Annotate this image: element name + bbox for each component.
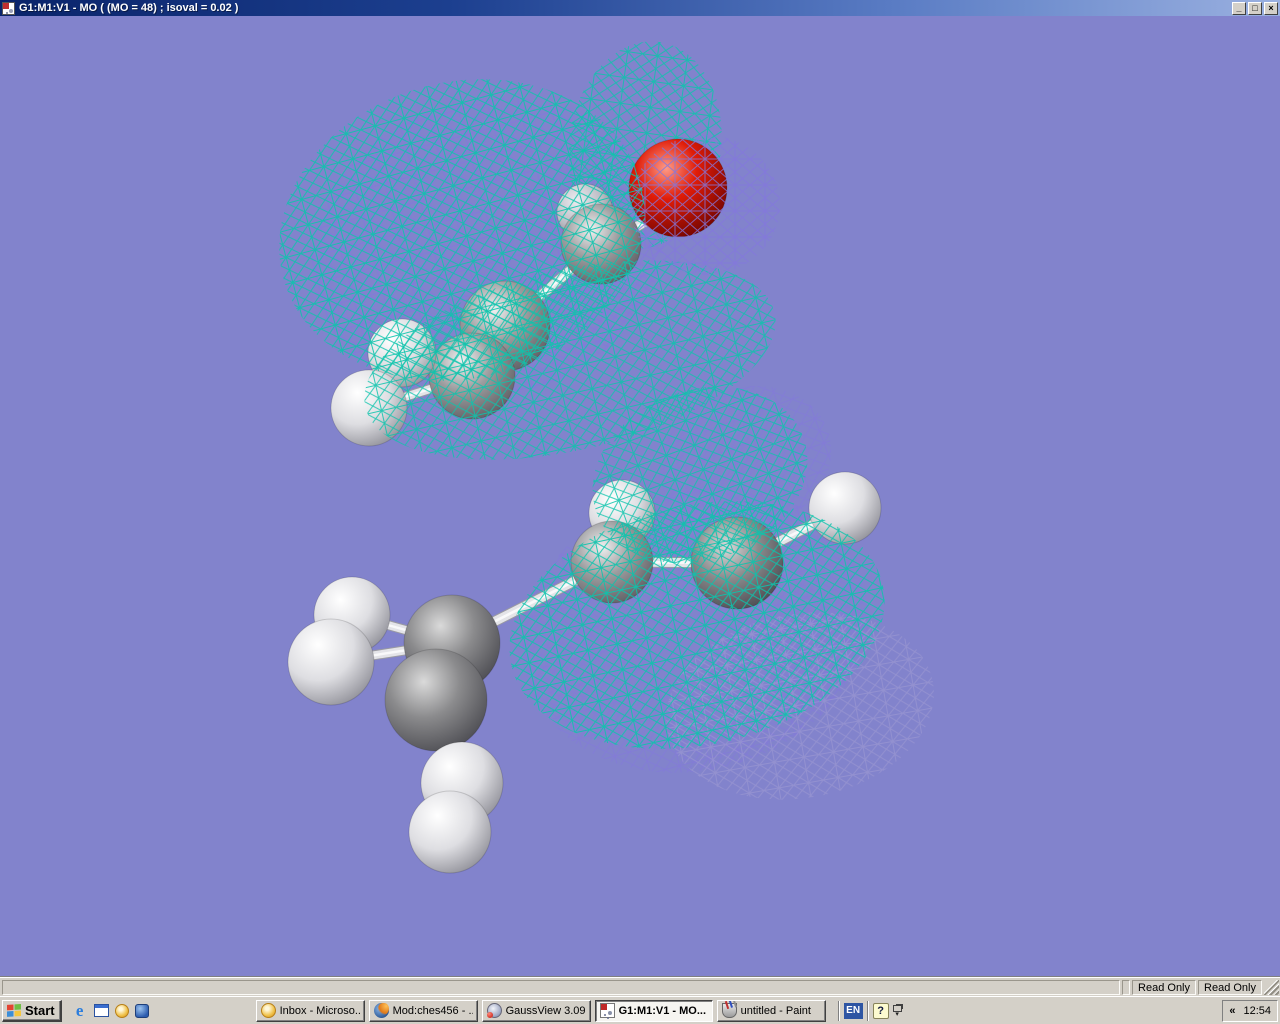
status-panel-divider [1122,979,1131,995]
firefox-icon [373,1003,389,1018]
taskbar-button[interactable]: Inbox - Microso... [255,999,365,1022]
gaussview-icon [486,1003,502,1018]
language-bar: EN ? ▾ [837,1000,902,1022]
status-panel-main [2,979,1121,995]
close-button[interactable]: × [1264,1,1278,15]
chevron-down-icon: ▾ [895,1011,899,1018]
maximize-button[interactable]: □ [1248,1,1262,15]
divider [866,1000,869,1021]
status-bar: Read Only Read Only [0,976,1280,996]
show-desktop-icon[interactable] [93,1004,109,1017]
language-options-icon[interactable]: ▾ [892,1000,902,1022]
taskbar-button[interactable]: untitled - Paint [716,999,826,1022]
resize-grip[interactable] [1264,979,1279,995]
window-controls: _ □ × [1232,1,1278,15]
internet-explorer-icon[interactable]: e [72,1001,88,1020]
start-button[interactable]: Start [2,1000,62,1022]
outlook-icon [260,1003,276,1018]
windows-logo-icon [7,1003,21,1017]
gaussview-doc-icon [599,1003,615,1018]
orbital-lobe-negative [630,135,780,275]
gaussview-doc-icon [2,1,15,15]
taskbar-button[interactable]: GaussView 3.09 [481,999,591,1022]
status-read-only-2: Read Only [1198,979,1262,995]
desktop-screen: G1:M1:V1 - MO ( (MO = 48) ; isoval = 0.0… [0,0,1280,1024]
window-titlebar: G1:M1:V1 - MO ( (MO = 48) ; isoval = 0.0… [0,0,1280,16]
start-label: Start [25,1003,55,1018]
help-icon[interactable]: ? [872,1002,889,1019]
taskbar-button[interactable]: G1:M1:V1 - MO... [594,999,713,1022]
media-player-icon[interactable] [134,1003,149,1018]
clock: 12:54 [1243,1005,1271,1017]
mail-icon[interactable] [114,1003,129,1018]
atom-H [408,790,492,874]
task-buttons: Inbox - Microso... Mod:ches456 - ... Gau… [255,999,830,1022]
status-read-only-1: Read Only [1132,979,1197,995]
divider [837,1000,840,1021]
minimize-button[interactable]: _ [1232,1,1246,15]
paint-icon [721,1003,737,1018]
tray-collapse-chevron[interactable]: « [1229,1005,1235,1017]
language-indicator[interactable]: EN [843,1002,863,1019]
molecule-viewport[interactable] [0,16,1280,976]
taskbar: Start e Inbox - Microso... Mod:ches456 -… [0,996,1280,1024]
system-tray[interactable]: « 12:54 [1222,1000,1278,1022]
atom-H [287,618,375,706]
quick-launch-bar: e [72,1001,160,1020]
molecular-orbital-render[interactable] [0,16,1280,976]
atom-C [384,648,488,752]
window-title: G1:M1:V1 - MO ( (MO = 48) ; isoval = 0.0… [19,2,239,14]
taskbar-button[interactable]: Mod:ches456 - ... [368,999,478,1022]
